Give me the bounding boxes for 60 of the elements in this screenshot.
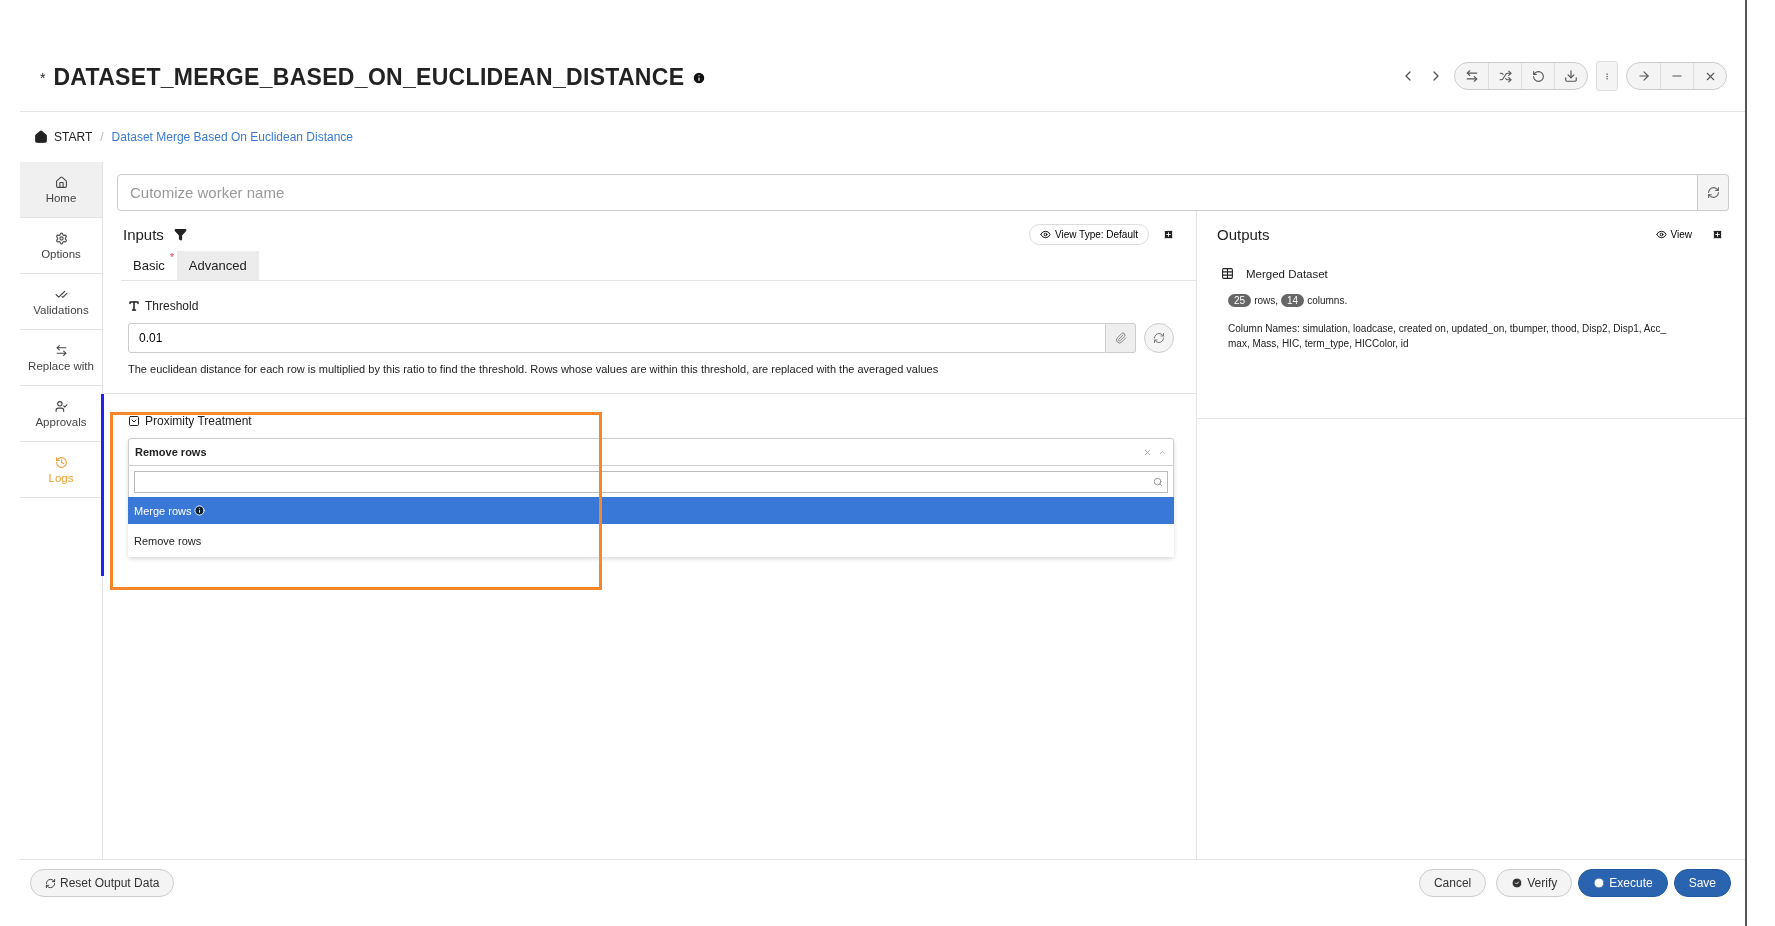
user-check-icon — [54, 399, 68, 413]
dataset-name: Merged Dataset — [1246, 267, 1328, 280]
breadcrumb-home[interactable]: START — [34, 130, 93, 144]
reset-value-button[interactable] — [1144, 323, 1174, 353]
text-type-icon — [128, 300, 140, 312]
home-icon — [54, 175, 68, 189]
field-label: Proximity Treatment — [145, 414, 252, 428]
outputs-heading: Outputs — [1217, 225, 1270, 243]
cancel-button[interactable]: Cancel — [1418, 869, 1487, 897]
dropdown-option[interactable]: Remove rows — [128, 524, 1174, 557]
shuffle-icon — [1498, 69, 1512, 83]
save-button[interactable]: Save — [1673, 869, 1731, 897]
undo-icon — [1531, 69, 1545, 83]
row-count: 25 — [1228, 294, 1252, 307]
breadcrumb-separator: / — [100, 130, 104, 144]
page-title: DATASET_MERGE_BASED_ON_EUCLIDEAN_DISTANCE — [53, 64, 685, 91]
help-text: The euclidean distance for each row is multiplied by this ratio to find the threshold. Rows whose values are within this threshold, are replaced with the averaged values — [128, 363, 940, 375]
eye-icon — [1655, 228, 1667, 240]
attach-button[interactable] — [1106, 323, 1136, 353]
check-circle-icon — [1511, 877, 1524, 889]
reset-output-button[interactable]: Reset Output Data — [30, 869, 175, 897]
info-icon — [194, 505, 206, 516]
swap-arrows-icon — [54, 343, 68, 357]
home-icon — [34, 130, 48, 144]
required-mark: * — [169, 252, 174, 263]
refresh-icon — [45, 877, 56, 889]
clear-icon[interactable] — [1143, 447, 1152, 457]
column-names: Column Names: simulation, loadcase, created on, updated_on, tbumper, thood, Disp2, Disp1, Acc_max, Mass, HIC, term_type, HICColor, id — [1228, 322, 1668, 351]
field-label: Threshold — [145, 299, 199, 313]
inputs-heading: Inputs — [123, 225, 164, 243]
column-count: 14 — [1281, 294, 1305, 307]
threshold-field[interactable]: 0.01 — [128, 323, 1106, 353]
search-icon — [1153, 477, 1163, 487]
info-icon[interactable] — [692, 70, 707, 85]
columns-label: columns. — [1307, 295, 1348, 306]
table-icon — [1221, 267, 1234, 280]
select-field[interactable]: Remove rows — [128, 438, 1174, 466]
execute-button[interactable]: Execute — [1578, 869, 1668, 897]
dropdown-option[interactable]: Merge rows — [128, 497, 1174, 524]
history-icon — [54, 455, 68, 469]
collapse-toggle-icon[interactable] — [128, 415, 140, 427]
eye-icon — [1040, 228, 1051, 240]
view-button[interactable]: View — [1649, 227, 1698, 241]
filter-icon[interactable] — [173, 227, 187, 241]
paperclip-icon — [1114, 332, 1127, 344]
unsaved-mark: * — [40, 69, 46, 86]
search-field[interactable] — [134, 471, 1168, 493]
gear-icon — [54, 231, 68, 245]
worker-name-field[interactable]: Cutomize worker name — [117, 174, 1698, 211]
verify-button[interactable]: Verify — [1496, 869, 1573, 897]
refresh-icon — [1153, 332, 1165, 344]
rows-label: rows, — [1254, 295, 1279, 306]
download-icon — [1564, 69, 1578, 83]
view-type-button[interactable]: View Type: Default — [1029, 223, 1149, 245]
refresh-button[interactable] — [1698, 174, 1729, 211]
tab[interactable]: Advanced — [176, 251, 259, 280]
refresh-icon — [1706, 186, 1720, 199]
sidebar-item[interactable]: Home — [20, 162, 102, 218]
swap-arrows-icon — [1464, 69, 1479, 83]
breadcrumb-link[interactable]: Dataset Merge Based On Euclidean Distance — [111, 130, 354, 144]
